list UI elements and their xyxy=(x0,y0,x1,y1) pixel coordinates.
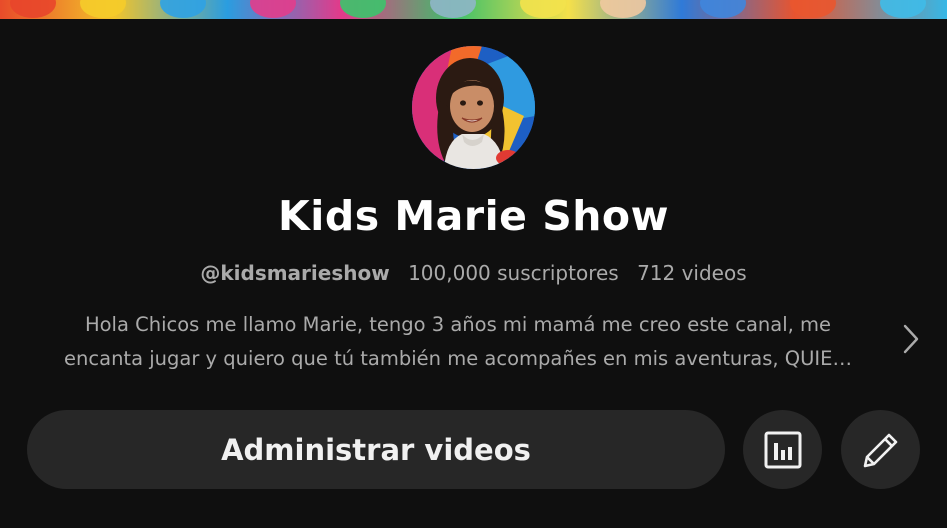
manage-videos-button[interactable]: Administrar videos xyxy=(27,410,725,489)
banner-ball xyxy=(430,0,476,18)
channel-avatar[interactable] xyxy=(412,46,535,169)
channel-banner xyxy=(0,0,947,19)
banner-ball xyxy=(790,0,836,18)
channel-handle[interactable]: @kidsmarieshow xyxy=(200,261,389,285)
banner-ball xyxy=(600,0,646,18)
banner-ball xyxy=(250,0,296,18)
analytics-icon xyxy=(764,431,801,468)
banner-ball xyxy=(80,0,126,18)
edit-channel-button[interactable] xyxy=(841,410,920,489)
banner-ball xyxy=(160,0,206,18)
subscriber-count: 100,000 suscriptores xyxy=(408,261,619,285)
description-line: encanta jugar y quiero que tú también me… xyxy=(64,347,852,370)
description-line: Hola Chicos me llamo Marie, tengo 3 años… xyxy=(84,313,832,336)
banner-ball xyxy=(880,0,926,18)
banner-ball xyxy=(10,0,56,18)
analytics-button[interactable] xyxy=(743,410,822,489)
channel-description[interactable]: Hola Chicos me llamo Marie, tengo 3 años… xyxy=(28,308,888,376)
channel-name: Kids Marie Show xyxy=(278,192,669,240)
banner-ball xyxy=(340,0,386,18)
avatar-image xyxy=(412,46,535,169)
banner-ball xyxy=(700,0,746,18)
pencil-icon xyxy=(863,433,897,467)
channel-meta: @kidsmarieshow 100,000 suscriptores 712 … xyxy=(0,261,947,285)
banner-ball xyxy=(520,0,566,18)
chevron-right-icon[interactable] xyxy=(899,322,923,356)
video-count: 712 videos xyxy=(637,261,747,285)
